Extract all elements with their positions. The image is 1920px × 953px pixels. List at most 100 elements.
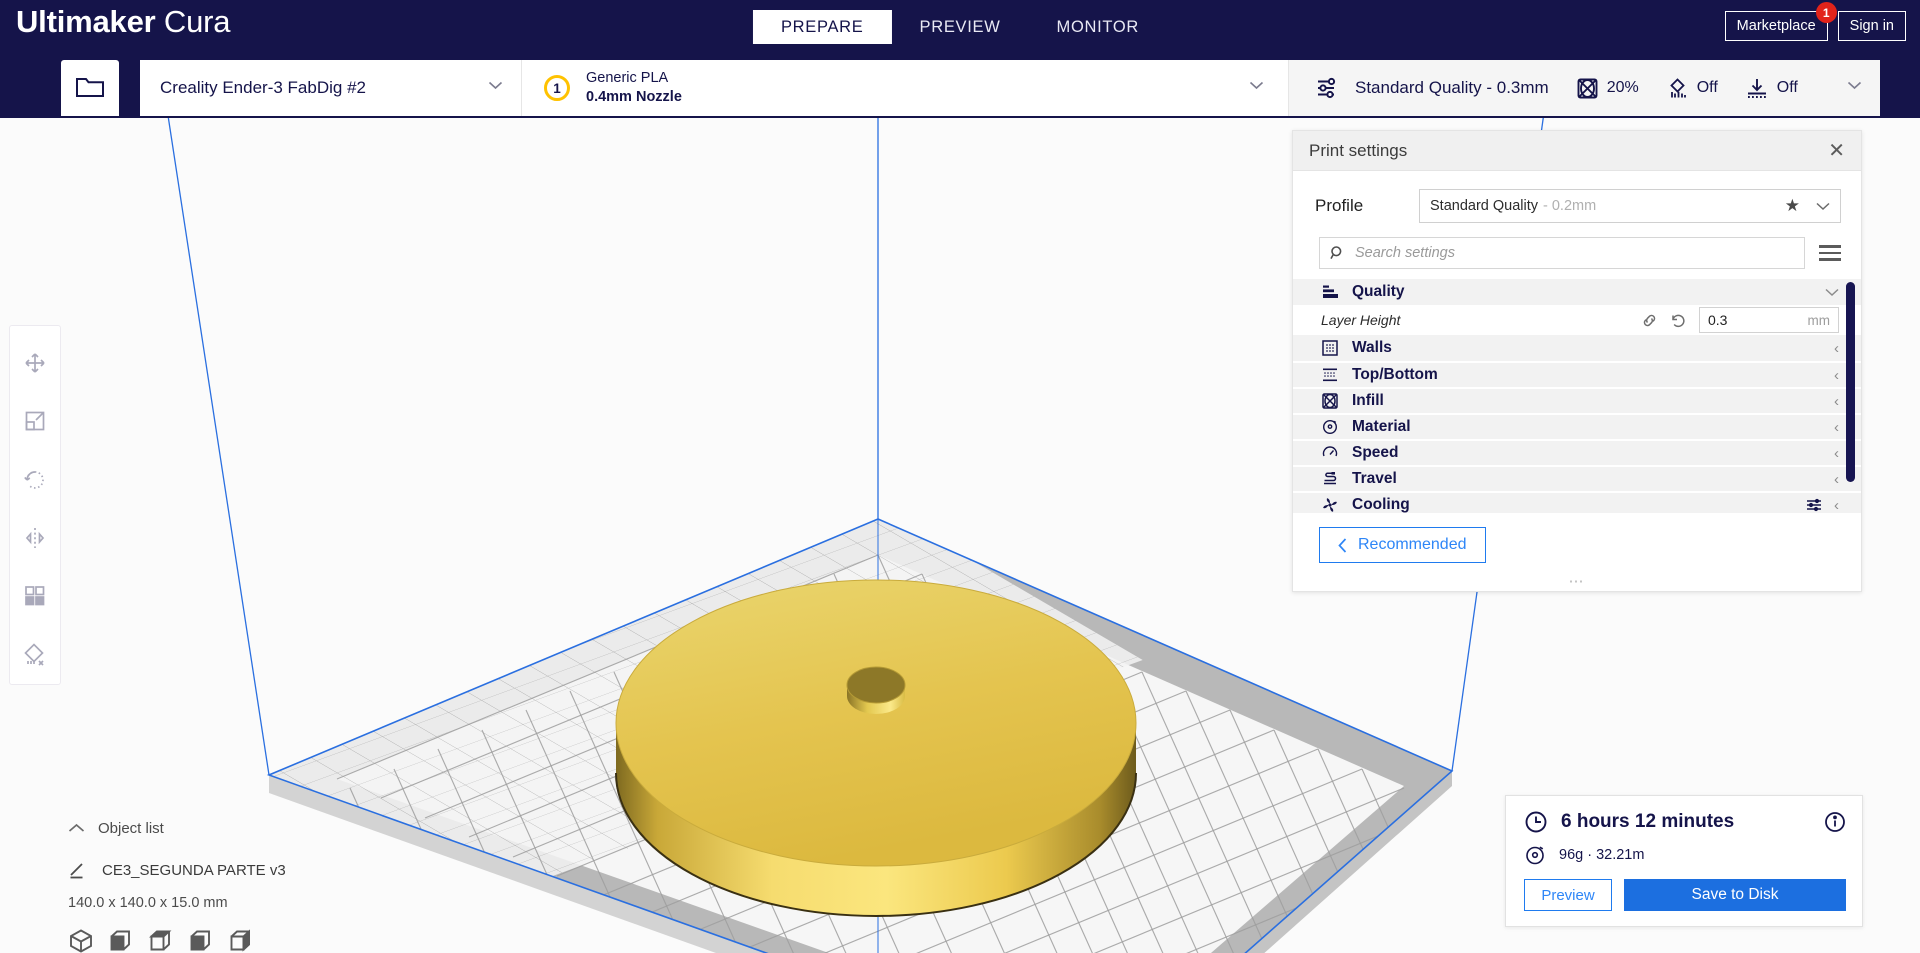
category-row-travel[interactable]: Travel ‹ [1293,465,1861,491]
print-settings-selector[interactable]: Standard Quality - 0.3mm 20% Off Off [1289,60,1880,116]
left-toolbar [9,325,61,685]
adhesion-summary[interactable]: Off [1746,78,1798,99]
view-left-icon[interactable] [188,928,214,953]
tab-prepare[interactable]: PREPARE [752,10,892,44]
search-settings-box[interactable] [1319,237,1805,269]
speed-icon [1319,445,1341,461]
favorite-star-icon[interactable]: ★ [1785,196,1800,216]
printer-selector[interactable]: Creality Ender-3 FabDig #2 [140,60,522,116]
profile-value: Standard Quality [1430,198,1539,214]
quality-icon [1319,285,1341,300]
category-settings-icon[interactable] [1806,498,1822,512]
panel-resize-handle[interactable]: ⋯ [1293,574,1861,591]
marketplace-badge: 1 [1815,2,1837,23]
material-spool-icon [1526,846,1544,865]
scale-tool-button[interactable] [10,392,60,450]
category-row-walls[interactable]: Walls ‹ [1293,335,1861,361]
chevron-left-icon [1338,537,1347,553]
chevron-left-icon: ‹ [1834,444,1839,462]
preview-button[interactable]: Preview [1524,879,1612,911]
material-usage-row: 96g · 32.21m [1524,844,1846,866]
search-icon [1330,246,1342,259]
settings-visibility-menu-icon[interactable] [1819,245,1841,261]
view-top-icon[interactable] [148,928,174,953]
category-row-speed[interactable]: Speed ‹ [1293,439,1861,465]
model-disc[interactable] [615,579,1137,917]
rotate-tool-button[interactable] [10,451,60,509]
support-blocker-button[interactable] [10,626,60,684]
edit-pencil-icon [70,863,83,879]
support-value: Off [1696,79,1718,96]
support-summary[interactable]: Off [1667,77,1718,99]
profile-suffix: - 0.2mm [1543,198,1597,214]
search-row [1293,237,1861,279]
scale-icon [25,412,45,431]
nozzle-size: 0.4mm Nozzle [586,89,682,105]
cura-window: Object list CE3_SEGUNDA PARTE v3 140.0 x… [0,0,1920,953]
chevron-up-icon [68,823,85,832]
category-row-infill[interactable]: Infill ‹ [1293,387,1861,413]
clock-icon [1525,811,1547,833]
material-selector[interactable]: 1 Generic PLA 0.4mm Nozzle [522,60,1289,116]
recommended-mode-button[interactable]: Recommended [1319,527,1486,563]
infill-icon [1319,393,1341,409]
chevron-left-icon: ‹ [1834,339,1839,357]
category-row-quality[interactable]: Quality [1293,279,1861,305]
print-job-panel: 6 hours 12 minutes 96g · 32.21m Preview … [1505,795,1863,927]
category-row-top-bottom[interactable]: Top/Bottom ‹ [1293,361,1861,387]
object-list-item[interactable]: CE3_SEGUNDA PARTE v3 [68,860,286,880]
tab-monitor[interactable]: MONITOR [1029,10,1168,44]
chevron-left-icon: ‹ [1834,418,1839,436]
marketplace-button[interactable]: Marketplace [1724,11,1828,41]
layer-height-label: Layer Height [1321,312,1401,328]
chevron-down-icon [488,81,503,90]
open-file-button[interactable] [61,60,119,116]
chevron-down-icon [1249,81,1264,90]
tab-preview[interactable]: PREVIEW [892,10,1029,44]
support-icon [1669,77,1686,97]
category-row-cooling[interactable]: Cooling ‹ [1293,491,1861,513]
mirror-tool-button[interactable] [10,509,60,567]
quality-profile-label: Standard Quality - 0.3mm [1355,78,1549,97]
support-blocker-icon [24,643,44,666]
print-time-value: 6 hours 12 minutes [1561,811,1735,832]
layer-height-unit: mm [1807,312,1831,328]
object-list-panel: Object list CE3_SEGUNDA PARTE v3 140.0 x… [68,820,286,953]
info-icon[interactable] [1824,811,1846,833]
view-front-icon[interactable] [108,928,134,953]
sign-in-button[interactable]: Sign in [1837,11,1906,41]
chevron-left-icon: ‹ [1834,496,1839,513]
chevron-left-icon: ‹ [1834,366,1839,384]
material-name: Generic PLA [586,70,669,87]
per-model-settings-button[interactable] [10,567,60,625]
category-row-material[interactable]: Material ‹ [1293,413,1861,439]
material-usage-value: 96g · 32.21m [1559,847,1645,863]
search-input[interactable] [1355,245,1794,261]
chevron-down-icon [1825,288,1839,296]
brand-light: Cura [163,4,231,39]
profile-dropdown[interactable]: Standard Quality - 0.2mm ★ [1419,189,1841,223]
settings-category-list[interactable]: Quality Layer Height 0.3 mm Walls ‹ Top/… [1293,279,1861,513]
infill-summary[interactable]: 20% [1577,78,1639,99]
close-icon[interactable]: ✕ [1828,141,1845,161]
move-icon [25,353,45,373]
layer-height-input[interactable] [1708,312,1808,328]
print-settings-title: Print settings [1309,140,1408,160]
revert-icon[interactable] [1670,312,1687,329]
travel-icon [1319,471,1341,487]
view-3d-icon[interactable] [68,928,94,953]
title-bar-actions: Marketplace 1 Sign in [1724,2,1906,41]
main-tabs: PREPARE PREVIEW MONITOR [752,10,1168,44]
move-tool-button[interactable] [10,334,60,392]
category-label: Top/Bottom [1352,366,1438,383]
infill-icon [1577,78,1598,98]
view-right-icon[interactable] [228,928,254,953]
object-list-toggle[interactable]: Object list [68,820,286,837]
topbottom-icon [1319,367,1341,383]
chevron-left-icon: ‹ [1834,392,1839,410]
layer-height-field[interactable]: mm [1699,307,1839,333]
save-to-disk-button[interactable]: Save to Disk [1624,879,1846,911]
settings-scrollbar-thumb[interactable] [1846,282,1855,482]
link-icon[interactable] [1641,312,1658,329]
sliders-icon [1317,77,1343,99]
